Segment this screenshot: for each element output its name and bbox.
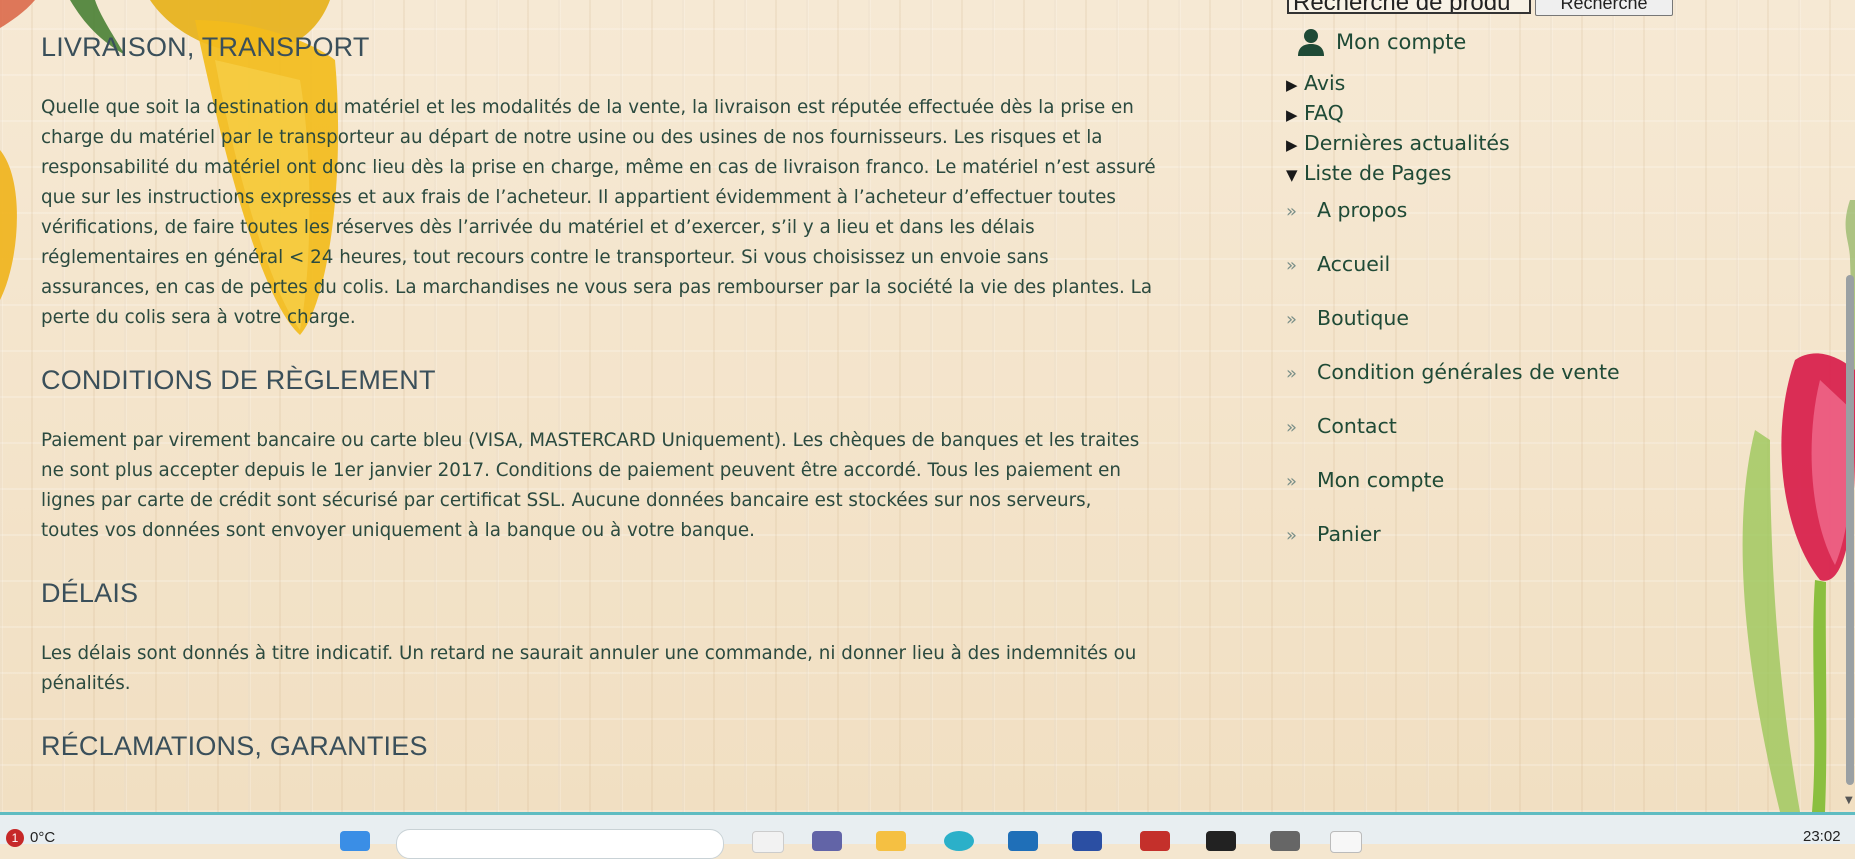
disclosure-actualites[interactable]: ▶ Dernières actualités — [1286, 131, 1510, 155]
section-paragraph: Quelle que soit la destination du matéri… — [41, 93, 1201, 333]
chevron-icon: » — [1286, 201, 1298, 222]
page-link-label: Panier — [1317, 522, 1381, 546]
triangle-right-icon: ▶ — [1286, 106, 1298, 124]
section-heading: CONDITIONS DE RÈGLEMENT — [41, 365, 436, 395]
page-link[interactable]: » Boutique — [1286, 306, 1409, 330]
chevron-icon: » — [1286, 363, 1298, 384]
user-icon — [1298, 29, 1324, 56]
section-paragraph: Paiement par virement bancaire ou carte … — [41, 426, 1201, 546]
paragraph-line: responsabilité du matériel ont donc lieu… — [41, 157, 1156, 178]
scrollbar-thumb[interactable] — [1846, 275, 1854, 785]
triangle-down-icon: ▼ — [1286, 166, 1298, 184]
section: CONDITIONS DE RÈGLEMENT Paiement par vire… — [41, 363, 1201, 546]
notification-badge: 1 — [6, 829, 24, 848]
section: DÉLAIS Les délais sont donnés à titre ind… — [41, 576, 1201, 699]
paragraph-line: pénalités. — [41, 673, 131, 694]
teams-icon[interactable] — [812, 831, 842, 851]
mail-icon[interactable] — [1140, 831, 1170, 851]
page-link-label: A propos — [1317, 198, 1408, 222]
section-heading: RÉCLAMATIONS, GARANTIES — [41, 731, 428, 761]
taskbar: 1 0°C 23:02 — [0, 812, 1855, 859]
page-link[interactable]: » A propos — [1286, 198, 1407, 222]
paragraph-line: assurances, en cas de pertes du colis. L… — [41, 277, 1153, 298]
page-link-label: Condition générales de vente — [1317, 360, 1620, 384]
account-label: Mon compte — [1336, 30, 1467, 54]
page-link[interactable]: » Panier — [1286, 522, 1381, 546]
triangle-right-icon: ▶ — [1286, 136, 1298, 154]
section: LIVRAISON, TRANSPORT Quelle que soit la d… — [41, 30, 1201, 333]
page-link[interactable]: » Mon compte — [1286, 468, 1444, 492]
section-heading: LIVRAISON, TRANSPORT — [41, 32, 370, 62]
folder-icon[interactable] — [876, 831, 906, 851]
chevron-icon: » — [1286, 417, 1298, 438]
active-app-icon[interactable] — [1330, 831, 1362, 853]
tulip-decoration-right — [1742, 200, 1855, 812]
search-button[interactable]: Recherche — [1535, 0, 1673, 16]
app2-icon[interactable] — [1270, 831, 1300, 851]
paragraph-line: perte du colis sera à votre charge. — [41, 307, 356, 328]
file-icon[interactable] — [752, 831, 784, 853]
disclosure-label: Avis — [1304, 71, 1346, 95]
page-link-label: Accueil — [1317, 252, 1391, 276]
page-link[interactable]: » Contact — [1286, 414, 1397, 438]
chevron-icon: » — [1286, 309, 1298, 330]
disclosure-label: Liste de Pages — [1304, 161, 1452, 185]
paragraph-line: ne sont plus accepter depuis le 1er janv… — [41, 460, 1121, 481]
paragraph-line: vérifications, de faire toutes les réser… — [41, 217, 1035, 238]
disclosure-label: FAQ — [1304, 101, 1344, 125]
scroll-down-arrow-icon[interactable]: ▼ — [1845, 795, 1853, 806]
search-input[interactable]: Recherche de produ — [1287, 0, 1531, 14]
triangle-right-icon: ▶ — [1286, 76, 1298, 94]
section-heading: DÉLAIS — [41, 578, 139, 608]
paragraph-line: toutes vos données sont envoyer uniqueme… — [41, 520, 755, 541]
section: RÉCLAMATIONS, GARANTIES — [41, 729, 428, 763]
page-link[interactable]: » Condition générales de vente — [1286, 360, 1620, 384]
clock: 23:02 — [1803, 828, 1841, 845]
disclosure-liste-pages[interactable]: ▼ Liste de Pages — [1286, 161, 1451, 185]
app-icon[interactable] — [1072, 831, 1102, 851]
edge-icon[interactable] — [944, 831, 974, 851]
paragraph-line: que sur les instructions expresses et au… — [41, 187, 1116, 208]
paragraph-line: Paiement par virement bancaire ou carte … — [41, 430, 1140, 451]
dropbox-icon[interactable] — [1206, 831, 1236, 851]
disclosure-avis[interactable]: ▶ Avis — [1286, 71, 1345, 95]
chevron-icon: » — [1286, 525, 1298, 546]
weather-temp: 0°C — [30, 829, 56, 846]
paragraph-line: Quelle que soit la destination du matéri… — [41, 97, 1134, 118]
page-link-label: Contact — [1317, 414, 1397, 438]
disclosure-label: Dernières actualités — [1304, 131, 1510, 155]
account-link[interactable]: Mon compte — [1296, 27, 1466, 57]
page-link-label: Mon compte — [1317, 468, 1445, 492]
windows-start-icon[interactable] — [340, 831, 370, 851]
store-icon[interactable] — [1008, 831, 1038, 851]
paragraph-line: lignes par carte de crédit sont sécurisé… — [41, 490, 1092, 511]
section-paragraph: Les délais sont donnés à titre indicatif… — [41, 639, 1201, 699]
paragraph-line: charge du matériel par le transporteur a… — [41, 127, 1103, 148]
page-link-label: Boutique — [1317, 306, 1409, 330]
page-link[interactable]: » Accueil — [1286, 252, 1390, 276]
paragraph-line: Les délais sont donnés à titre indicatif… — [41, 643, 1137, 664]
taskbar-search[interactable] — [396, 829, 724, 859]
chevron-icon: » — [1286, 471, 1298, 492]
weather-widget[interactable]: 1 0°C — [6, 829, 56, 848]
paragraph-line: réglementaires en général < 24 heures, t… — [41, 247, 1049, 268]
chevron-icon: » — [1286, 255, 1298, 276]
disclosure-faq[interactable]: ▶ FAQ — [1286, 101, 1344, 125]
